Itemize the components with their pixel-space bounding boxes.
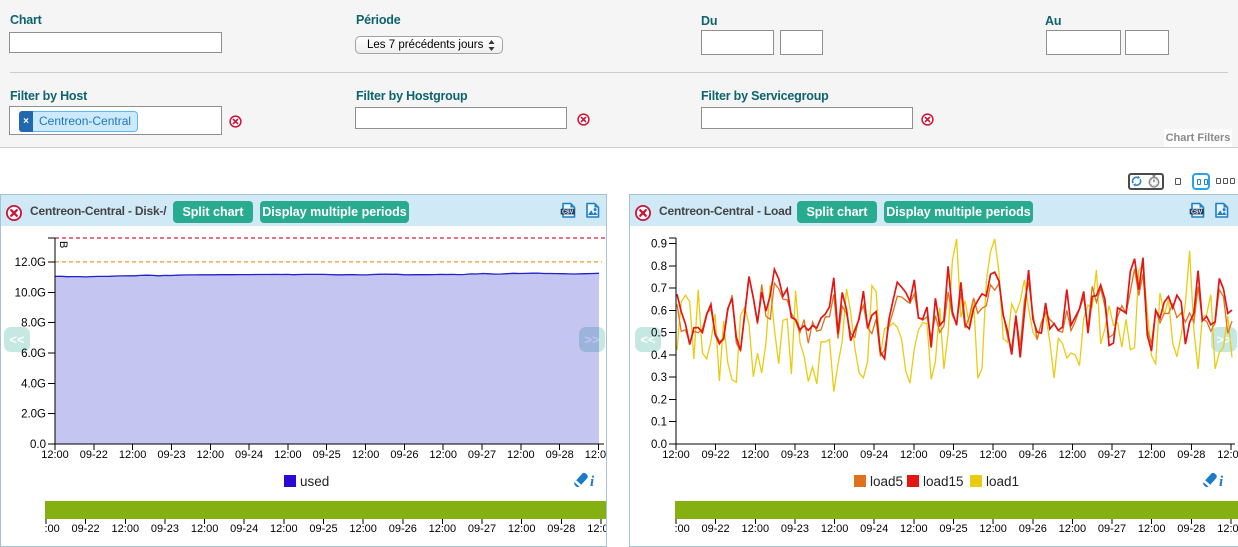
svg-text:09-25: 09-25: [939, 449, 967, 461]
svg-text:09-24: 09-24: [235, 449, 263, 461]
svg-text:09-22: 09-22: [702, 523, 730, 535]
svg-text:09-27: 09-27: [1098, 523, 1126, 535]
svg-text:12.0G: 12.0G: [15, 257, 46, 269]
svg-text:0.6: 0.6: [651, 305, 667, 317]
svg-text::00: :00: [675, 523, 690, 535]
svg-text:12:00: 12:00: [979, 449, 1007, 461]
svg-text:12:00: 12:00: [1138, 449, 1166, 461]
svg-text:09-26: 09-26: [389, 523, 417, 535]
svg-text:09-25: 09-25: [313, 449, 341, 461]
svg-text:12:00: 12:00: [900, 449, 928, 461]
svg-text:09-23: 09-23: [151, 523, 179, 535]
svg-text:B: B: [57, 241, 69, 248]
svg-text:0.4: 0.4: [651, 350, 668, 362]
svg-text:12:00: 12:00: [585, 449, 606, 461]
svg-text:0.1: 0.1: [651, 417, 667, 429]
svg-text:12:00: 12:00: [508, 523, 536, 535]
svg-text:12:00: 12:00: [1217, 523, 1238, 535]
svg-text:12:00: 12:00: [41, 449, 69, 461]
svg-text:09-23: 09-23: [781, 449, 809, 461]
svg-text:10.0G: 10.0G: [15, 287, 46, 299]
svg-text:i: i: [590, 474, 595, 490]
svg-text:used: used: [300, 474, 329, 489]
svg-text:12:00: 12:00: [1138, 523, 1166, 535]
svg-text:CSV: CSV: [1191, 209, 1202, 215]
svg-text:0.9: 0.9: [651, 239, 667, 251]
svg-text:12:00: 12:00: [821, 523, 849, 535]
svg-text:12:00: 12:00: [119, 449, 147, 461]
svg-text:2.0G: 2.0G: [21, 409, 46, 421]
svg-text:09-22: 09-22: [72, 523, 100, 535]
svg-text:12:00: 12:00: [507, 449, 535, 461]
svg-text:12:00: 12:00: [270, 523, 298, 535]
svg-text:0.3: 0.3: [651, 372, 667, 384]
svg-text:12:00: 12:00: [429, 449, 457, 461]
svg-text:09-24: 09-24: [860, 449, 888, 461]
svg-text:09-27: 09-27: [468, 449, 496, 461]
svg-text:12:00: 12:00: [112, 523, 140, 535]
svg-text:0.8: 0.8: [651, 261, 667, 273]
svg-text:8.0G: 8.0G: [21, 318, 46, 330]
svg-text:4.0G: 4.0G: [21, 378, 46, 390]
svg-text:12:00: 12:00: [197, 449, 225, 461]
svg-text:09-25: 09-25: [309, 523, 337, 535]
svg-text:09-23: 09-23: [157, 449, 185, 461]
svg-text:load15: load15: [923, 474, 964, 489]
svg-text:09-27: 09-27: [1098, 449, 1126, 461]
svg-text:09-26: 09-26: [390, 449, 418, 461]
svg-text:09-28: 09-28: [1177, 449, 1205, 461]
svg-text:12:00: 12:00: [979, 523, 1007, 535]
svg-text:0.7: 0.7: [651, 283, 667, 295]
svg-text:12:00: 12:00: [429, 523, 457, 535]
svg-text:09-28: 09-28: [547, 523, 575, 535]
svg-text:12:00: 12:00: [587, 523, 606, 535]
svg-text:i: i: [1219, 474, 1224, 490]
svg-text:09-22: 09-22: [702, 449, 730, 461]
svg-text:09-24: 09-24: [230, 523, 258, 535]
svg-text:12:00: 12:00: [662, 449, 690, 461]
svg-text:09-22: 09-22: [80, 449, 108, 461]
svg-text:12:00: 12:00: [274, 449, 302, 461]
svg-text:09-25: 09-25: [939, 523, 967, 535]
svg-text:12:00: 12:00: [191, 523, 219, 535]
svg-text:12:00: 12:00: [1059, 449, 1087, 461]
svg-text:12:00: 12:00: [900, 523, 928, 535]
svg-text::00: :00: [45, 523, 60, 535]
svg-text:09-24: 09-24: [860, 523, 888, 535]
svg-text:09-27: 09-27: [468, 523, 496, 535]
svg-text:load5: load5: [870, 474, 903, 489]
svg-text:12:00: 12:00: [352, 449, 380, 461]
svg-text:CSV: CSV: [562, 209, 573, 215]
svg-text:12:00: 12:00: [821, 449, 849, 461]
svg-text:09-28: 09-28: [546, 449, 574, 461]
svg-text:09-26: 09-26: [1019, 523, 1047, 535]
svg-text:12:00: 12:00: [1059, 523, 1087, 535]
svg-text:6.0G: 6.0G: [21, 348, 46, 360]
svg-text:09-26: 09-26: [1019, 449, 1047, 461]
svg-text:09-28: 09-28: [1177, 523, 1205, 535]
svg-text:09-23: 09-23: [781, 523, 809, 535]
svg-text:12:00: 12:00: [1217, 449, 1238, 461]
svg-text:12:00: 12:00: [742, 449, 770, 461]
svg-text:load1: load1: [986, 474, 1019, 489]
svg-text:0.5: 0.5: [651, 328, 667, 340]
svg-text:12:00: 12:00: [742, 523, 770, 535]
svg-text:12:00: 12:00: [349, 523, 377, 535]
svg-text:0.2: 0.2: [651, 394, 667, 406]
